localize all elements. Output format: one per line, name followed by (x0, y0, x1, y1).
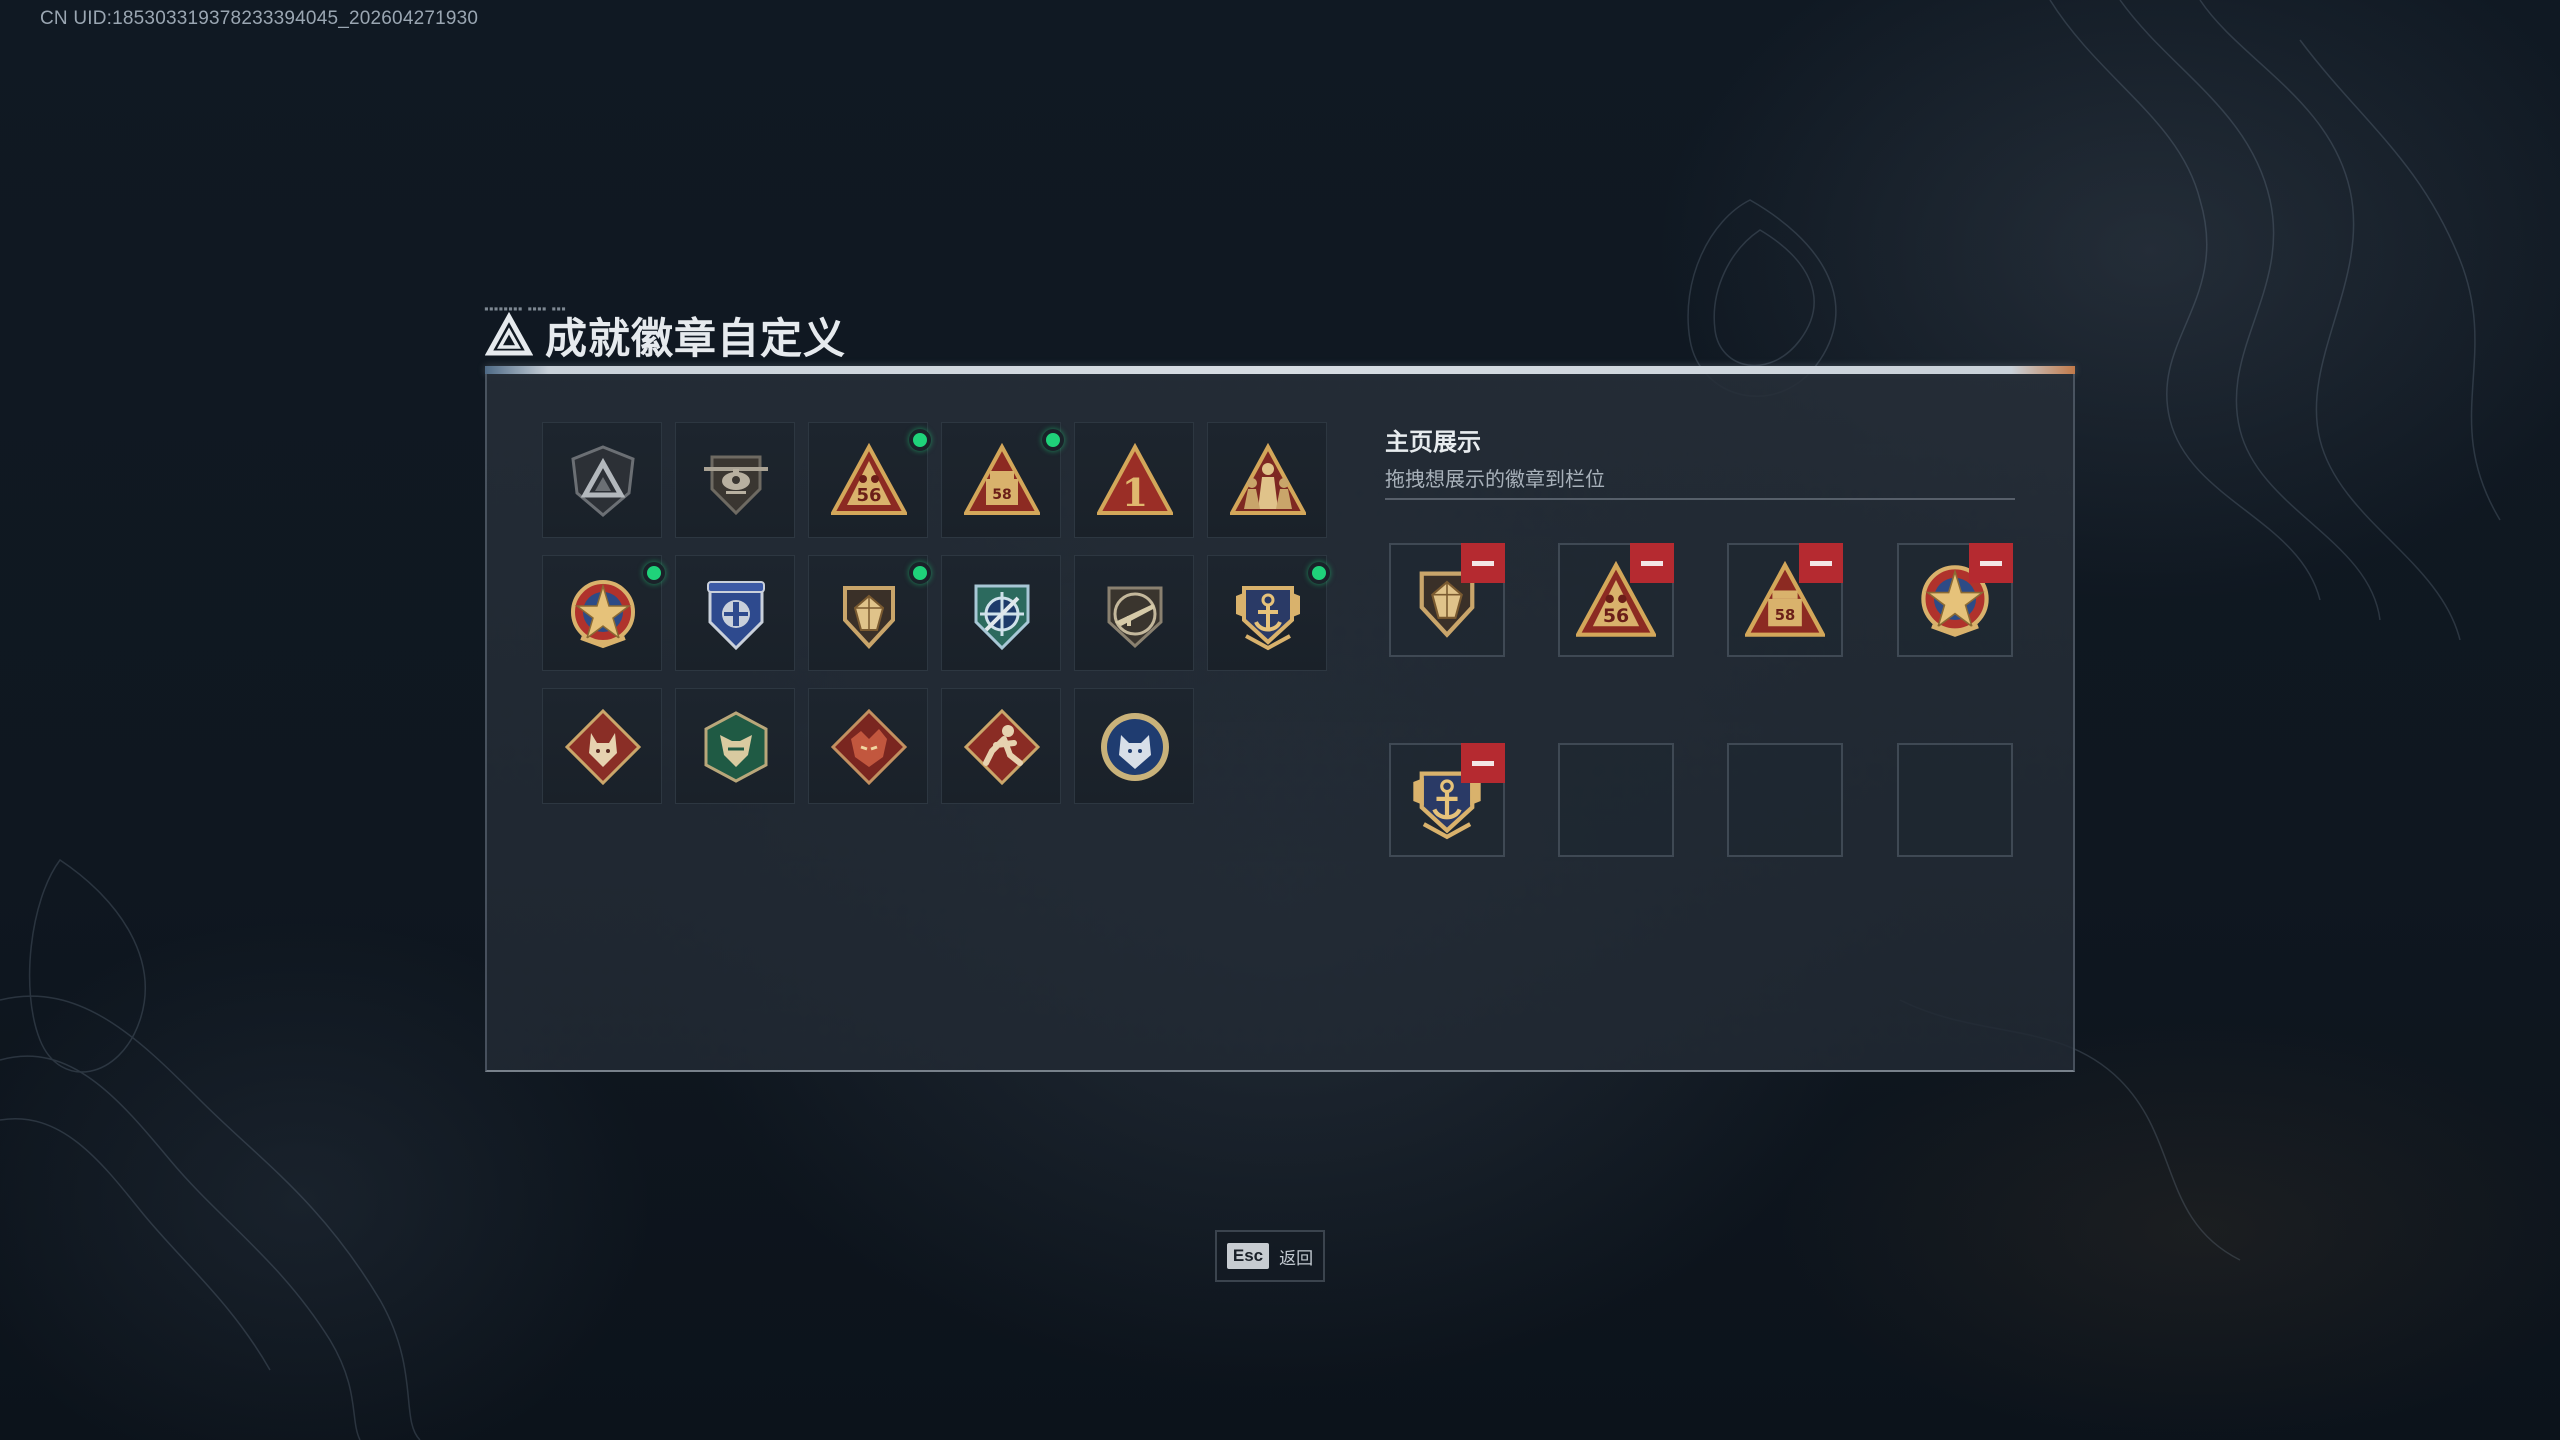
showcase-slot-empty[interactable] (1897, 743, 2013, 857)
showcase-slot-empty[interactable] (1558, 743, 1674, 857)
triangle-soldiers-icon (1230, 443, 1306, 515)
badge-item[interactable] (1074, 555, 1194, 671)
svg-text:58: 58 (992, 487, 1011, 503)
triangle-logo-icon (485, 311, 533, 356)
new-indicator (1042, 429, 1064, 451)
new-indicator (909, 562, 931, 584)
remove-badge-button[interactable] (1461, 543, 1505, 583)
badge-item[interactable] (675, 555, 795, 671)
showcase-slot-empty[interactable] (1727, 743, 1843, 857)
showcase-header: 主页展示 拖拽想展示的徽章到栏位 (1385, 422, 2015, 492)
remove-badge-button[interactable] (1630, 543, 1674, 583)
blue-wolf-circle-icon (1101, 713, 1169, 781)
showcase-subtitle: 拖拽想展示的徽章到栏位 (1385, 467, 1605, 491)
minus-icon (1810, 560, 1832, 566)
green-beast-hexagon-icon (704, 711, 768, 783)
badge-item[interactable] (1074, 688, 1194, 804)
shield-triangle-icon (571, 445, 635, 517)
triangle-58-icon: 58 (964, 443, 1040, 515)
badge-item[interactable] (1207, 555, 1330, 671)
new-indicator (1308, 562, 1330, 584)
badge-customization-panel: 56 58 1 主页展示 拖拽想展示的徽章到栏位 56 58 (485, 374, 2075, 1072)
badge-item[interactable]: 1 (1074, 422, 1194, 538)
badge-item[interactable] (941, 688, 1061, 804)
badge-item[interactable]: 58 (941, 422, 1064, 538)
remove-badge-button[interactable] (1969, 543, 2013, 583)
blue-eagle-shield-icon (707, 581, 765, 651)
diamond-shield-icon (843, 586, 895, 649)
crosshair-shield-icon (974, 584, 1030, 651)
minus-icon (1472, 560, 1494, 566)
badge-item[interactable] (542, 422, 662, 538)
page-title: 成就徽章自定义 (545, 313, 847, 363)
badge-item[interactable] (808, 555, 931, 671)
back-button[interactable]: Esc 返回 (1215, 1230, 1325, 1282)
page-header: 成就徽章自定义 (485, 305, 846, 365)
triangle-56-icon: 56 (831, 443, 907, 515)
showcase-slot[interactable] (1389, 743, 1505, 857)
showcase-divider (1385, 498, 2015, 500)
svg-text:1: 1 (1122, 470, 1148, 515)
showcase-slot[interactable]: 56 (1558, 543, 1674, 657)
runner-diamond-icon (964, 709, 1040, 785)
back-label: 返回 (1279, 1248, 1314, 1269)
minus-icon (1641, 560, 1663, 566)
svg-text:56: 56 (1603, 605, 1629, 627)
minus-icon (1472, 760, 1494, 766)
svg-text:56: 56 (856, 485, 881, 506)
uid-label: CN UID:185303319378233394045_20260427193… (40, 8, 479, 29)
showcase-slot[interactable]: 58 (1727, 543, 1843, 657)
rifle-shield-icon (1107, 586, 1163, 649)
header-divider (485, 366, 2075, 374)
red-dragon-diamond-icon (831, 709, 907, 785)
badge-item[interactable] (542, 688, 662, 804)
badge-item[interactable] (675, 688, 795, 804)
badge-item[interactable] (675, 422, 795, 538)
remove-badge-button[interactable] (1799, 543, 1843, 583)
triangle-number-one-icon: 1 (1097, 443, 1173, 515)
badge-item[interactable] (941, 555, 1061, 671)
anchor-crest-icon (1236, 586, 1300, 651)
wolf-diamond-icon (565, 709, 641, 785)
badge-item[interactable] (808, 688, 928, 804)
new-indicator (643, 562, 665, 584)
esc-key-hint: Esc (1226, 1243, 1270, 1269)
badge-item[interactable] (542, 555, 665, 671)
new-indicator (909, 429, 931, 451)
badge-item[interactable] (1207, 422, 1327, 538)
helicopter-shield-icon (704, 455, 768, 516)
minus-icon (1980, 560, 2002, 566)
showcase-slot[interactable] (1389, 543, 1505, 657)
showcase-slot[interactable] (1897, 543, 2013, 657)
badge-item[interactable]: 56 (808, 422, 931, 538)
star-medal-icon (571, 580, 635, 649)
remove-badge-button[interactable] (1461, 743, 1505, 783)
svg-text:58: 58 (1775, 607, 1795, 624)
showcase-title: 主页展示 (1385, 428, 1481, 456)
